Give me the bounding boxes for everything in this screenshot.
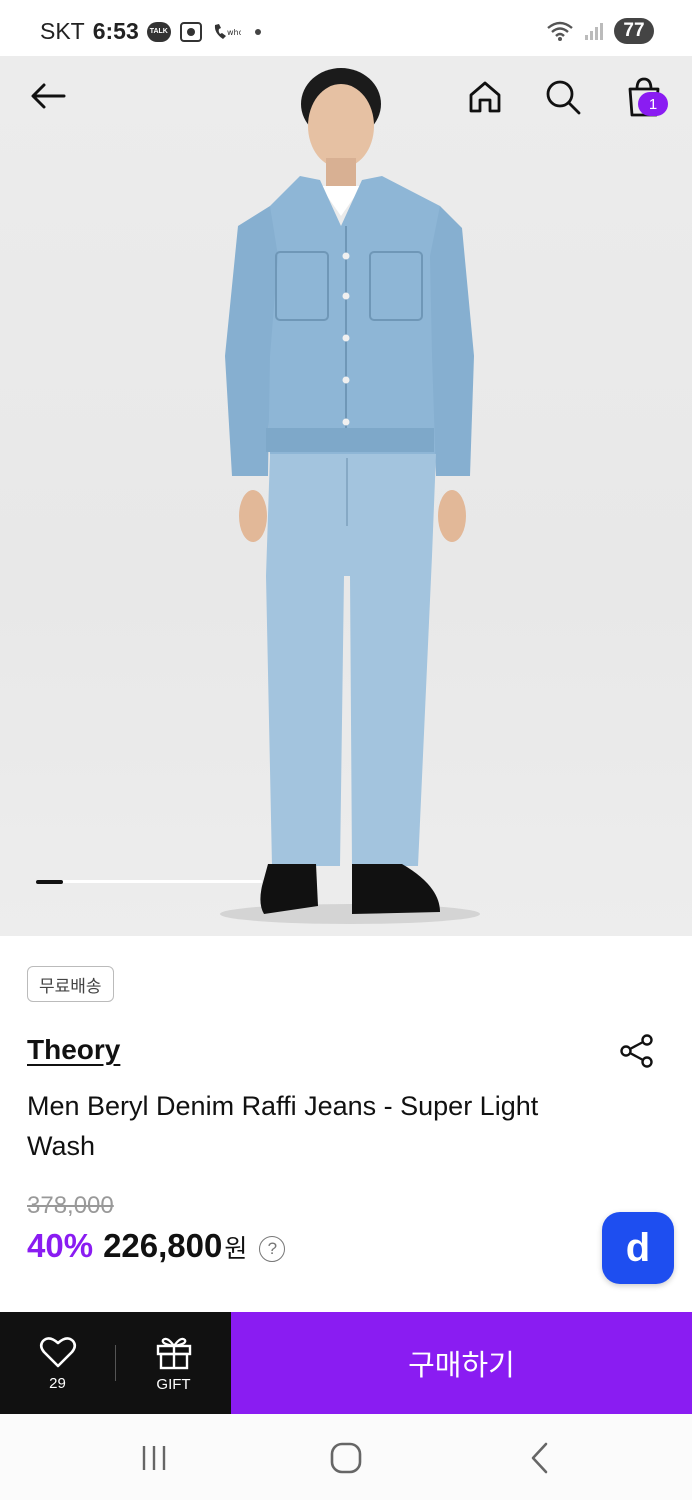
recent-apps-button[interactable] (134, 1440, 174, 1476)
brand-link[interactable]: Theory (27, 1034, 120, 1066)
status-left: SKT 6:53 TALK who (40, 18, 261, 45)
chat-floating-button[interactable]: d (602, 1212, 674, 1284)
clock: 6:53 (92, 18, 139, 44)
wifi-icon (546, 20, 574, 42)
gift-button[interactable]: GIFT (116, 1312, 231, 1414)
back-button[interactable] (22, 74, 74, 118)
heart-icon (39, 1336, 76, 1367)
signal-icon (584, 21, 604, 41)
gift-icon (156, 1337, 191, 1369)
chevron-left-icon (531, 1442, 548, 1474)
like-button[interactable]: 29 (0, 1312, 115, 1414)
search-icon (546, 80, 581, 115)
sale-price: 226,800 (103, 1227, 223, 1264)
home-button[interactable] (462, 74, 508, 120)
battery-indicator: 77 (614, 18, 654, 44)
product-title: Men Beryl Denim Raffi Jeans - Super Ligh… (27, 1091, 539, 1161)
purchase-bar-actions: 29 GIFT (0, 1312, 231, 1414)
carousel-progress (36, 879, 262, 884)
currency-unit: 원 (224, 1235, 248, 1263)
home-system-icon (330, 1442, 362, 1474)
recent-apps-icon (142, 1446, 166, 1470)
kakaotalk-icon: TALK (146, 21, 171, 42)
screenshot-icon (179, 21, 203, 43)
system-nav-bar (0, 1414, 692, 1500)
arrow-left-icon (31, 83, 66, 109)
notification-dot (254, 28, 261, 35)
home-system-button[interactable] (326, 1440, 366, 1476)
product-image-carousel[interactable]: 1 (0, 56, 692, 936)
original-price: 378,000 (27, 1192, 114, 1219)
free-shipping-badge: 무료배송 (27, 966, 114, 1002)
talk-bubble-label: TALK (146, 21, 171, 42)
cart-count-badge: 1 (638, 92, 668, 116)
carousel-progress-thumb (36, 879, 64, 884)
purchase-bar: 29 GIFT 구매하기 (0, 1312, 692, 1414)
share-icon (620, 1034, 653, 1068)
price-help-icon[interactable]: ? (259, 1236, 286, 1262)
like-count: 29 (49, 1374, 66, 1392)
svg-text:who: who (227, 28, 241, 37)
status-bar: SKT 6:53 TALK who 77 (0, 0, 692, 56)
status-right: 77 (546, 18, 654, 44)
search-button[interactable] (540, 74, 586, 120)
buy-button[interactable]: 구매하기 (231, 1312, 692, 1414)
home-icon (469, 81, 501, 113)
product-info: 무료배송 Theory Men Beryl Denim Raffi Jeans … (0, 936, 692, 1312)
price-row: 40% 226,800 원 ? (27, 1227, 286, 1265)
discount-rate: 40% (27, 1227, 94, 1264)
gift-label: GIFT (156, 1375, 191, 1393)
call-app-icon: who (211, 21, 241, 43)
back-system-button[interactable] (520, 1440, 560, 1476)
cart-button[interactable]: 1 (618, 72, 670, 122)
carrier: SKT (40, 18, 85, 44)
share-button[interactable] (616, 1030, 658, 1072)
product-photo (220, 68, 480, 924)
